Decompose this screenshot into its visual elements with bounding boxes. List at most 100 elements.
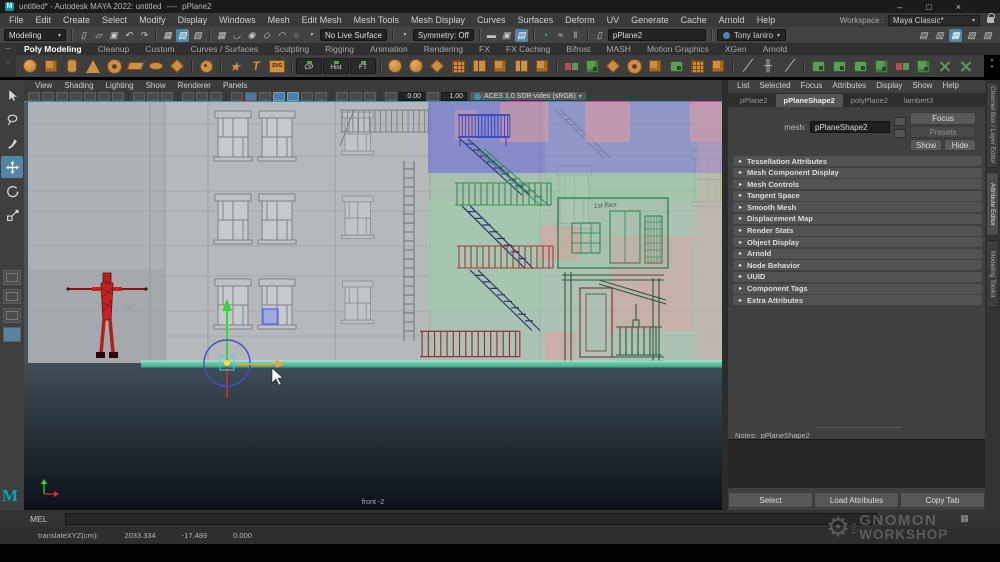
toggle-attribute-editor-icon[interactable]: ▦ [949,29,962,42]
presets-button[interactable]: Presets [910,126,976,138]
svg-tool-icon[interactable]: SVG [267,56,287,76]
selection-handle[interactable] [263,309,278,324]
menu-create[interactable]: Create [57,15,96,25]
mirror-icon[interactable] [892,56,912,76]
xray-joints-icon[interactable] [364,92,376,101]
gamma-field[interactable]: 1.00 [441,92,467,101]
menu-curves[interactable]: Curves [471,15,512,25]
section-node-behavior[interactable]: ▸Node Behavior [733,260,982,270]
section-arnold[interactable]: ▸Arnold [733,249,982,259]
workspace-select[interactable]: Maya Classic*▾ [888,15,980,26]
gate-mask-icon[interactable] [161,92,173,101]
poly-cylinder-icon[interactable] [62,56,82,76]
duplicate-columns-icon[interactable] [469,56,489,76]
curve-star-icon[interactable]: ★ [225,56,245,76]
section-render-stats[interactable]: ▸Render Stats [733,226,982,236]
shelf-tab-mash[interactable]: MASH [598,44,639,54]
tab-pplaneshape2[interactable]: pPlaneShape2 [776,94,843,107]
undo-icon[interactable]: ↶ [122,29,135,42]
mesh-name-field[interactable]: pPlaneShape2 [810,121,890,133]
boolean-intersect-icon[interactable] [850,56,870,76]
live-surface-field[interactable]: No Live Surface [320,29,387,41]
redo-icon[interactable]: ↷ [137,29,150,42]
poly-sphere-icon[interactable] [20,56,40,76]
cp-shelf-button[interactable]: CP [296,58,322,74]
focus-button[interactable]: Focus [910,112,976,125]
motion-blur-icon[interactable] [315,92,327,101]
section-object-display[interactable]: ▸Object Display [733,237,982,247]
show-button[interactable]: Show [910,139,942,151]
sidebar-tab-channel-box[interactable]: Channel Box / Layer Editor [986,82,999,168]
menu-cache[interactable]: Cache [675,15,713,25]
snap-plane-icon[interactable]: ◇ [260,29,273,42]
ae-menu-show[interactable]: Show [907,81,937,90]
hist-shelf-button[interactable]: Hist [323,58,349,74]
scale-tool[interactable] [1,204,23,226]
layout-persp-outliner-button[interactable] [3,327,21,342]
open-render-view-icon[interactable]: ▬ [485,29,498,42]
tab-pplane2[interactable]: pPlane2 [732,94,776,107]
layout-two-pane-button[interactable] [3,308,21,323]
separate-icon[interactable] [582,56,602,76]
select-camera-icon[interactable] [28,92,40,101]
section-smooth-mesh[interactable]: ▸Smooth Mesh [733,202,982,212]
menu-surfaces[interactable]: Surfaces [512,15,560,25]
mel-command-input[interactable] [65,513,877,525]
shelf-tab-curves-surfaces[interactable]: Curves / Surfaces [183,44,267,54]
flag-box-icon[interactable] [645,56,665,76]
bookmark-icon[interactable] [70,92,82,101]
panel-menu-show[interactable]: Show [141,81,171,90]
safe-action-icon[interactable] [196,92,208,101]
isolate-select-icon[interactable] [336,92,348,101]
panel-menu-panels[interactable]: Panels [218,81,252,90]
ae-menu-help[interactable]: Help [937,81,963,90]
two-d-pan-zoom-icon[interactable] [98,92,110,101]
pause-viewport-icon[interactable]: ‖ [569,29,582,42]
cylinder-projection-icon[interactable] [406,56,426,76]
tab-polyplane2[interactable]: polyPlane2 [843,94,896,107]
new-scene-icon[interactable]: ▯ [77,29,90,42]
remesh-icon[interactable] [913,56,933,76]
viewport-canvas[interactable]: 6R [24,101,722,510]
render-settings-icon[interactable]: ◔ [539,29,552,42]
load-attributes-button[interactable]: Load Attributes [814,492,899,508]
symmetry-dropdown-icon[interactable]: ▾ [398,29,411,42]
open-scene-icon[interactable]: ▱ [92,29,105,42]
shelf-scroll-up-icon[interactable]: ▴ [991,57,994,63]
field-chart-icon[interactable] [182,92,194,101]
shelf-tab-animation[interactable]: Animation [362,44,416,54]
quick-help-icon[interactable]: ▯ [593,29,606,42]
shaded-icon[interactable] [245,92,257,101]
boolean-slice-icon[interactable] [871,56,891,76]
section-extra-attributes[interactable]: ▸Extra Attributes [733,295,982,305]
toggle-modeling-toolkit-icon[interactable]: ▤ [917,29,930,42]
shelf-tab-rigging[interactable]: Rigging [317,44,362,54]
resolution-gate-icon[interactable] [147,92,159,101]
cut-tool-icon[interactable] [955,56,975,76]
sculpt-mask-icon[interactable] [196,56,216,76]
shelf-tab-motion-graphics[interactable]: Motion Graphics [639,44,717,54]
ipr-render-icon[interactable]: ▤ [515,29,528,42]
insert-edge-loop-icon[interactable]: ╫ [758,56,778,76]
section-tangent-space[interactable]: ▸Tangent Space [733,191,982,201]
sidebar-tab-modeling-toolkit[interactable]: Modeling Toolkit [986,240,999,308]
section-uuid[interactable]: ▸UUID [733,272,982,282]
textured-icon[interactable] [259,92,271,101]
menu-display[interactable]: Display [172,15,214,25]
shelf-overflow-control[interactable]: ▴ ▾ [986,57,998,75]
duplicate-blocks-icon[interactable] [490,56,510,76]
gamma-icon[interactable] [427,92,439,101]
menu-edit-mesh[interactable]: Edit Mesh [296,15,348,25]
render-sequence-icon[interactable]: ≈ [554,29,567,42]
menu-windows[interactable]: Windows [213,15,262,25]
notes-textarea[interactable] [728,439,985,488]
snap-point-icon[interactable]: ◉ [245,29,258,42]
selection-name-input[interactable]: pPlane2 [608,29,706,41]
snap-options-dropdown-icon[interactable]: ▾ [305,29,318,42]
multi-cut-icon[interactable] [934,56,954,76]
panel-menu-shading[interactable]: Shading [59,81,98,90]
select-object-icon[interactable]: ▧ [176,29,189,42]
menu-modify[interactable]: Modify [133,15,172,25]
stack-blocks-icon[interactable] [532,56,552,76]
section-mesh-component-display[interactable]: ▸Mesh Component Display [733,168,982,178]
